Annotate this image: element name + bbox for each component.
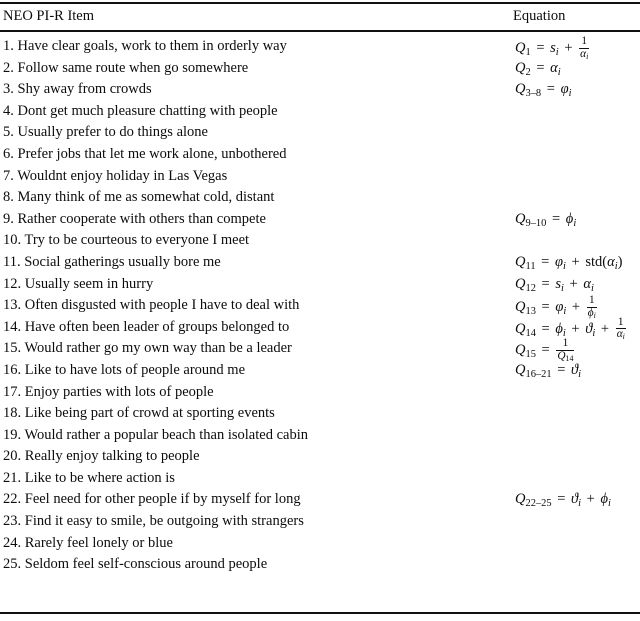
table-row: 13. Often disgusted with people I have t… (0, 294, 640, 320)
table-row: 5. Usually prefer to do things alone (0, 122, 640, 144)
item-text: 10. Try to be courteous to everyone I me… (3, 232, 250, 249)
item-text: 18. Like being part of crowd at sporting… (3, 405, 275, 422)
item-text: 25. Seldom feel self-conscious around pe… (3, 556, 268, 573)
table-row: 22. Feel need for other people if by mys… (0, 489, 640, 511)
item-text: 17. Enjoy parties with lots of people (3, 383, 214, 400)
table-row: 9. Rather cooperate with others than com… (0, 209, 640, 231)
item-text: 9. Rather cooperate with others than com… (3, 210, 266, 227)
table-row: 16. Like to have lots of people around m… (0, 360, 640, 382)
table-row: 12. Usually seem in hurry Q12 = si + αi (0, 274, 640, 296)
item-text: 8. Many think of me as somewhat cold, di… (3, 189, 275, 206)
table-row: 18. Like being part of crowd at sporting… (0, 403, 640, 425)
table-row: 23. Find it easy to smile, be outgoing w… (0, 511, 640, 533)
item-text: 11. Social gatherings usually bore me (3, 253, 221, 270)
table-row: 21. Like to be where action is (0, 468, 640, 490)
item-text: 3. Shy away from crowds (3, 81, 152, 98)
table-row: 20. Really enjoy talking to people (0, 446, 640, 468)
table-row: 11. Social gatherings usually bore me Q11… (0, 252, 640, 274)
column-header-equation: Equation (513, 8, 566, 24)
table-row: 17. Enjoy parties with lots of people (0, 382, 640, 404)
table-header-rule (0, 30, 640, 32)
item-text: 15. Would rather go my own way than be a… (3, 340, 292, 357)
table-row: 15. Would rather go my own way than be a… (0, 338, 640, 363)
table-row: 6. Prefer jobs that let me work alone, u… (0, 144, 640, 166)
item-text: 21. Like to be where action is (3, 469, 175, 486)
item-text: 23. Find it easy to smile, be outgoing w… (3, 513, 304, 530)
item-text: 4. Dont get much pleasure chatting with … (3, 102, 278, 119)
item-text: 14. Have often been leader of groups bel… (3, 318, 290, 335)
table-header-row: NEO PI-R Item Equation (0, 6, 640, 28)
item-text: 13. Often disgusted with people I have t… (3, 297, 300, 314)
table-bottom-rule (0, 612, 640, 614)
table-row: 19. Would rather a popular beach than is… (0, 425, 640, 447)
table-row: 10. Try to be courteous to everyone I me… (0, 230, 640, 252)
item-text: 22. Feel need for other people if by mys… (3, 491, 301, 508)
item-text: 7. Wouldnt enjoy holiday in Las Vegas (3, 167, 228, 184)
column-header-item: NEO PI-R Item (3, 8, 95, 24)
table-row: 2. Follow same route when go somewhere Q2… (0, 58, 640, 80)
item-text: 1. Have clear goals, work to them in ord… (3, 38, 287, 54)
item-text: 2. Follow same route when go somewhere (3, 59, 249, 76)
table-row: 7. Wouldnt enjoy holiday in Las Vegas (0, 166, 640, 188)
table-row: 24. Rarely feel lonely or blue (0, 533, 640, 555)
item-text: 20. Really enjoy talking to people (3, 448, 200, 465)
item-text: 5. Usually prefer to do things alone (3, 124, 208, 141)
table-row: 8. Many think of me as somewhat cold, di… (0, 187, 640, 209)
table-row: 25. Seldom feel self-conscious around pe… (0, 554, 640, 576)
table-top-rule (0, 2, 640, 4)
item-text: 12. Usually seem in hurry (3, 275, 154, 292)
neo-pir-equation-table: NEO PI-R Item Equation 1. Have clear goa… (0, 0, 640, 621)
table-body: 1. Have clear goals, work to them in ord… (0, 35, 640, 576)
item-text: 19. Would rather a popular beach than is… (3, 426, 308, 443)
table-row: 3. Shy away from crowds Q3–8 = φi (0, 79, 640, 101)
item-text: 24. Rarely feel lonely or blue (3, 534, 173, 551)
table-row: 1. Have clear goals, work to them in ord… (0, 35, 640, 61)
item-text: 16. Like to have lots of people around m… (3, 361, 246, 378)
item-text: 6. Prefer jobs that let me work alone, u… (3, 145, 287, 162)
table-row: 4. Dont get much pleasure chatting with … (0, 101, 640, 123)
table-row: 14. Have often been leader of groups bel… (0, 316, 640, 341)
